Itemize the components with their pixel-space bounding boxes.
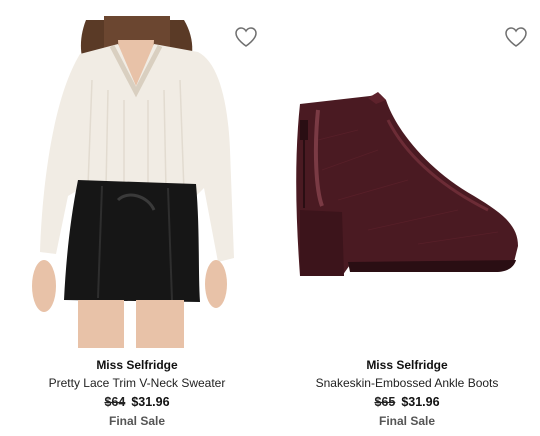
- sale-price: $31.96: [131, 395, 170, 409]
- favorite-button[interactable]: [234, 26, 258, 48]
- product-image[interactable]: [278, 0, 536, 348]
- sweater-skirt-photo: [32, 16, 234, 348]
- product-price: $65 $31.96: [278, 392, 536, 412]
- final-sale-label: Final Sale: [378, 414, 436, 428]
- favorite-button[interactable]: [504, 26, 528, 48]
- product-info: Miss Selfridge Snakeskin-Embossed Ankle …: [278, 356, 536, 430]
- heart-outline-icon: [505, 27, 527, 47]
- product-name[interactable]: Snakeskin-Embossed Ankle Boots: [278, 374, 536, 392]
- product-brand[interactable]: Miss Selfridge: [278, 356, 536, 374]
- ankle-boot-photo: [296, 92, 518, 276]
- product-brand[interactable]: Miss Selfridge: [8, 356, 266, 374]
- sale-price: $31.96: [401, 395, 440, 409]
- original-price: $65: [374, 395, 396, 409]
- product-price: $64 $31.96: [8, 392, 266, 412]
- final-sale-label: Final Sale: [108, 414, 166, 428]
- original-price: $64: [104, 395, 126, 409]
- product-card[interactable]: Miss Selfridge Snakeskin-Embossed Ankle …: [278, 0, 536, 436]
- product-name[interactable]: Pretty Lace Trim V-Neck Sweater: [8, 374, 266, 392]
- product-card[interactable]: Miss Selfridge Pretty Lace Trim V-Neck S…: [8, 0, 266, 436]
- product-grid: Miss Selfridge Pretty Lace Trim V-Neck S…: [0, 0, 540, 436]
- product-image[interactable]: [8, 0, 266, 348]
- heart-outline-icon: [235, 27, 257, 47]
- product-info: Miss Selfridge Pretty Lace Trim V-Neck S…: [8, 356, 266, 430]
